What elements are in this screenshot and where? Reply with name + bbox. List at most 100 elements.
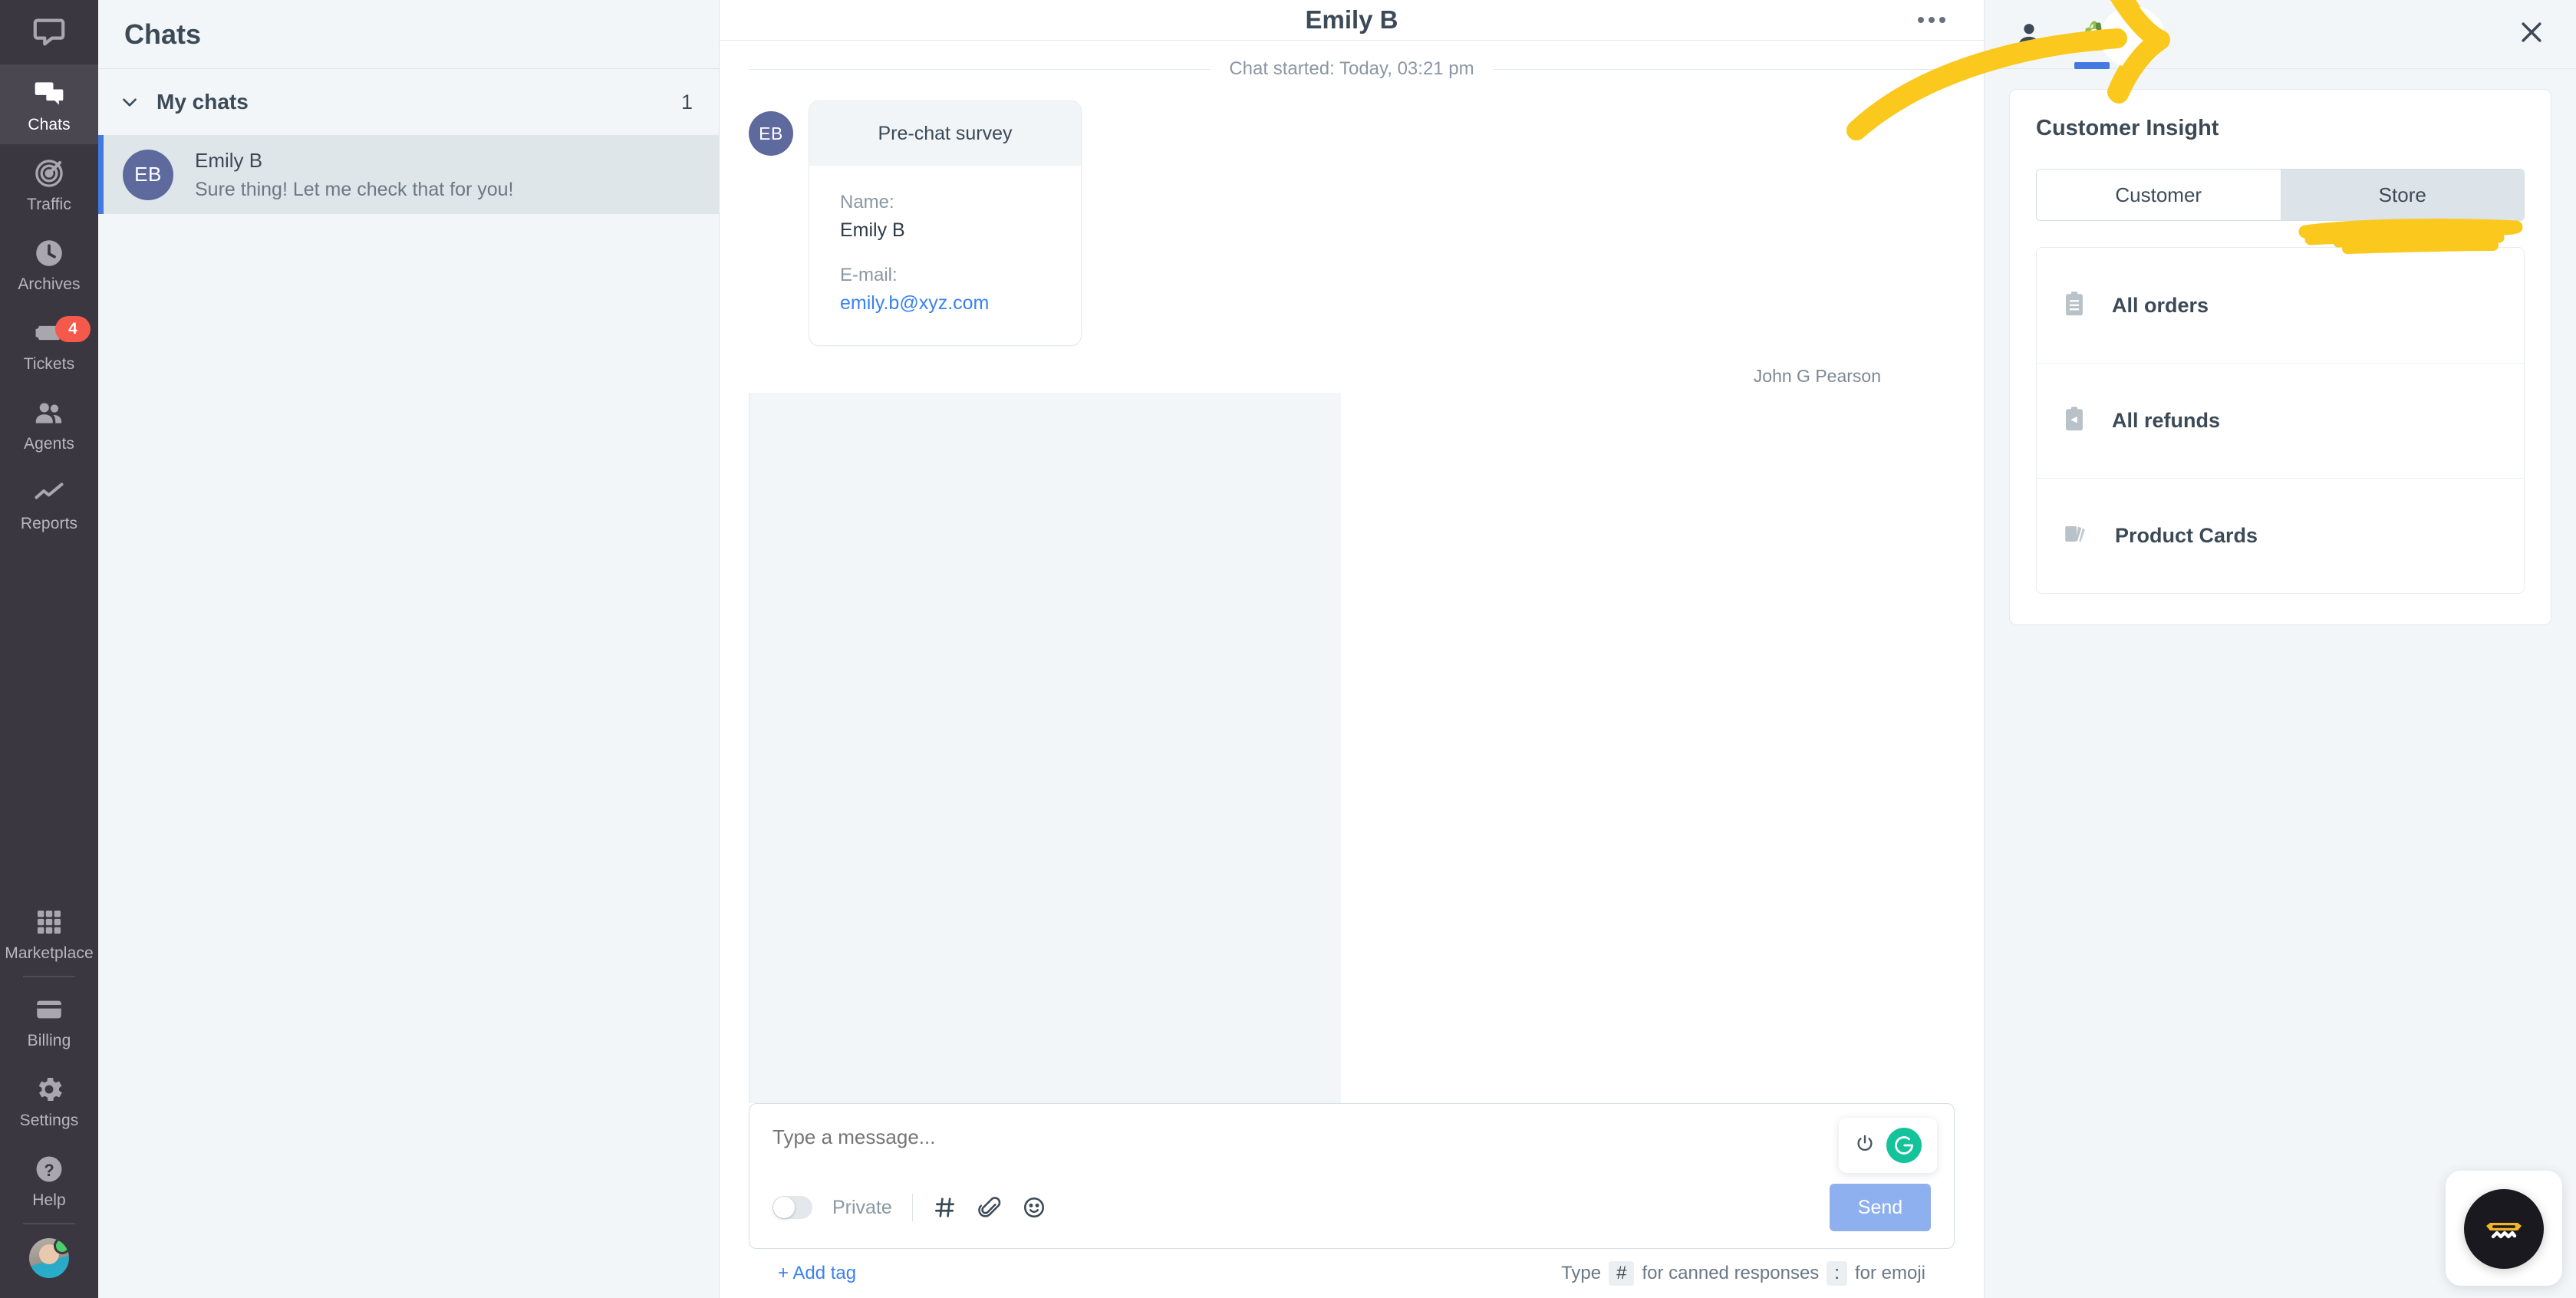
sidebar-item-label: Chats bbox=[28, 116, 71, 133]
sidebar-item-label: Help bbox=[32, 1191, 66, 1209]
billing-card-icon bbox=[31, 992, 67, 1027]
avatar: EB bbox=[749, 111, 793, 156]
list-item-meta: Emily B Sure thing! Let me check that fo… bbox=[195, 149, 514, 201]
traffic-icon bbox=[31, 156, 67, 191]
composer-hint: Type # for canned responses : for emoji bbox=[1561, 1260, 1925, 1286]
avatar: EB bbox=[123, 149, 173, 200]
tab-customer[interactable]: Customer bbox=[2037, 170, 2281, 220]
list-item-label: Product Cards bbox=[2115, 524, 2258, 547]
hint-mid: for canned responses bbox=[1642, 1262, 1820, 1283]
hint-colon-key: : bbox=[1827, 1260, 1847, 1286]
online-status-dot bbox=[54, 1238, 69, 1254]
rail-divider bbox=[23, 976, 75, 977]
agents-icon bbox=[31, 395, 67, 430]
list-item-label: All orders bbox=[2112, 293, 2209, 317]
composer-toolbar: Private Send bbox=[772, 1184, 1931, 1231]
pre-chat-survey-body: Name: Emily B E-mail: emily.b@xyz.com bbox=[809, 166, 1081, 345]
clipboard-orders-icon bbox=[2063, 291, 2086, 321]
send-button[interactable]: Send bbox=[1830, 1184, 1931, 1231]
reports-chart-icon bbox=[31, 475, 67, 510]
conversation-header: Emily B bbox=[720, 0, 1984, 41]
sidebar-item-tickets[interactable]: 4 Tickets bbox=[0, 304, 98, 384]
svg-text:?: ? bbox=[44, 1161, 54, 1180]
survey-name-value: Emily B bbox=[840, 219, 905, 241]
message-row: Hello. How may I help you? bbox=[749, 393, 1341, 1103]
shopify-icon[interactable] bbox=[2074, 0, 2110, 69]
list-item-snippet: Sure thing! Let me check that for you! bbox=[195, 178, 514, 200]
emoji-smiley-icon[interactable] bbox=[1022, 1195, 1046, 1220]
composer-footer: + Add tag Type # for canned responses : … bbox=[749, 1249, 1955, 1298]
sidebar-item-help[interactable]: ? Help bbox=[0, 1140, 98, 1220]
chat-group-my-chats[interactable]: My chats 1 bbox=[98, 69, 719, 135]
message-composer: Private bbox=[749, 1103, 1955, 1249]
tickets-badge: 4 bbox=[55, 316, 91, 342]
paperclip-icon[interactable] bbox=[977, 1195, 1002, 1220]
tab-store[interactable]: Store bbox=[2280, 170, 2524, 220]
refund-icon bbox=[2063, 406, 2086, 436]
message-input[interactable] bbox=[772, 1125, 1699, 1149]
survey-email-value[interactable]: emily.b@xyz.com bbox=[840, 292, 1050, 315]
list-item-label: All refunds bbox=[2112, 409, 2221, 432]
private-toggle[interactable] bbox=[772, 1196, 812, 1219]
sidebar-item-archives[interactable]: Archives bbox=[0, 224, 98, 304]
chat-group-count: 1 bbox=[680, 90, 693, 114]
add-app-icon[interactable] bbox=[2138, 0, 2169, 69]
toolbar-divider bbox=[911, 1194, 913, 1221]
sidebar-item-label: Archives bbox=[18, 275, 81, 293]
sidebar-item-settings[interactable]: Settings bbox=[0, 1060, 98, 1140]
power-toggle-icon[interactable] bbox=[1854, 1133, 1876, 1158]
sidebar-item-label: Tickets bbox=[23, 355, 75, 373]
divider-line bbox=[1492, 68, 1955, 70]
grammarly-widget[interactable] bbox=[1839, 1118, 1937, 1173]
details-panel-header bbox=[1985, 0, 2576, 69]
hint-hash-key: # bbox=[1609, 1260, 1635, 1286]
sidebar-item-marketplace[interactable]: Marketplace bbox=[0, 893, 98, 973]
sidebar-item-billing[interactable]: Billing bbox=[0, 980, 98, 1060]
rail-divider bbox=[23, 1223, 75, 1224]
app-window: Chats Traffic Archives 4 Tickets Agents … bbox=[0, 0, 2576, 1298]
sidebar-item-reports[interactable]: Reports bbox=[0, 463, 98, 543]
avatar[interactable] bbox=[29, 1227, 69, 1298]
list-item-product-cards[interactable]: Product Cards bbox=[2037, 478, 2524, 593]
close-icon[interactable] bbox=[2516, 17, 2547, 51]
add-tag-button[interactable]: + Add tag bbox=[778, 1263, 856, 1284]
chat-started-divider: Chat started: Today, 03:21 pm bbox=[749, 41, 1955, 97]
message-thread: Chat started: Today, 03:21 pm EB Pre-cha… bbox=[720, 41, 1984, 1103]
list-item-all-orders[interactable]: All orders bbox=[2037, 248, 2524, 363]
list-item-all-refunds[interactable]: All refunds bbox=[2037, 363, 2524, 478]
user-avatar-image bbox=[29, 1238, 69, 1278]
sidebar-item-chats[interactable]: Chats bbox=[0, 64, 98, 144]
helpdesk-widget-icon[interactable] bbox=[2464, 1189, 2544, 1269]
sidebar-item-label: Settings bbox=[19, 1112, 79, 1129]
grammarly-icon[interactable] bbox=[1886, 1128, 1922, 1163]
sidebar-item-label: Marketplace bbox=[5, 944, 94, 962]
survey-email-label: E-mail: bbox=[840, 265, 898, 285]
chat-started-label: Chat started: Today, 03:21 pm bbox=[1229, 58, 1474, 79]
hint-suffix: for emoji bbox=[1854, 1262, 1925, 1283]
livechat-logo-icon[interactable] bbox=[0, 0, 98, 64]
archives-clock-icon bbox=[31, 236, 67, 271]
insight-tabs: Customer Store bbox=[2036, 169, 2525, 221]
message-row-survey: EB Pre-chat survey Name: Emily B E-mail:… bbox=[749, 100, 1955, 346]
conversation-panel: Emily B Chat started: Today, 03:21 pm EB… bbox=[720, 0, 1984, 1298]
survey-name-label: Name: bbox=[840, 192, 894, 212]
marketplace-grid-icon bbox=[31, 904, 67, 940]
customer-profile-icon[interactable] bbox=[2012, 0, 2046, 69]
sidebar-item-agents[interactable]: Agents bbox=[0, 384, 98, 463]
list-item[interactable]: EB Emily B Sure thing! Let me check that… bbox=[98, 135, 719, 214]
message-group-agent-1: John G Pearson Hello. How may I help you… bbox=[749, 366, 1955, 1103]
chat-group-label: My chats bbox=[156, 90, 249, 114]
more-options-icon[interactable] bbox=[1912, 0, 1952, 40]
conversation-title: Emily B bbox=[1305, 5, 1398, 34]
divider-line bbox=[749, 68, 1211, 70]
pre-chat-survey-card: Pre-chat survey Name: Emily B E-mail: em… bbox=[809, 100, 1082, 346]
product-cards-icon bbox=[2063, 522, 2089, 549]
composer-wrapper: Private bbox=[720, 1103, 1984, 1298]
sidebar-item-traffic[interactable]: Traffic bbox=[0, 144, 98, 224]
sidebar-item-label: Billing bbox=[27, 1032, 71, 1049]
hash-icon[interactable] bbox=[933, 1195, 957, 1220]
list-item-name: Emily B bbox=[195, 148, 263, 172]
store-actions-list: All orders All refunds Product Cards bbox=[2036, 247, 2525, 594]
chat-list-header: Chats bbox=[98, 0, 719, 69]
sidebar-item-label: Agents bbox=[24, 435, 74, 453]
